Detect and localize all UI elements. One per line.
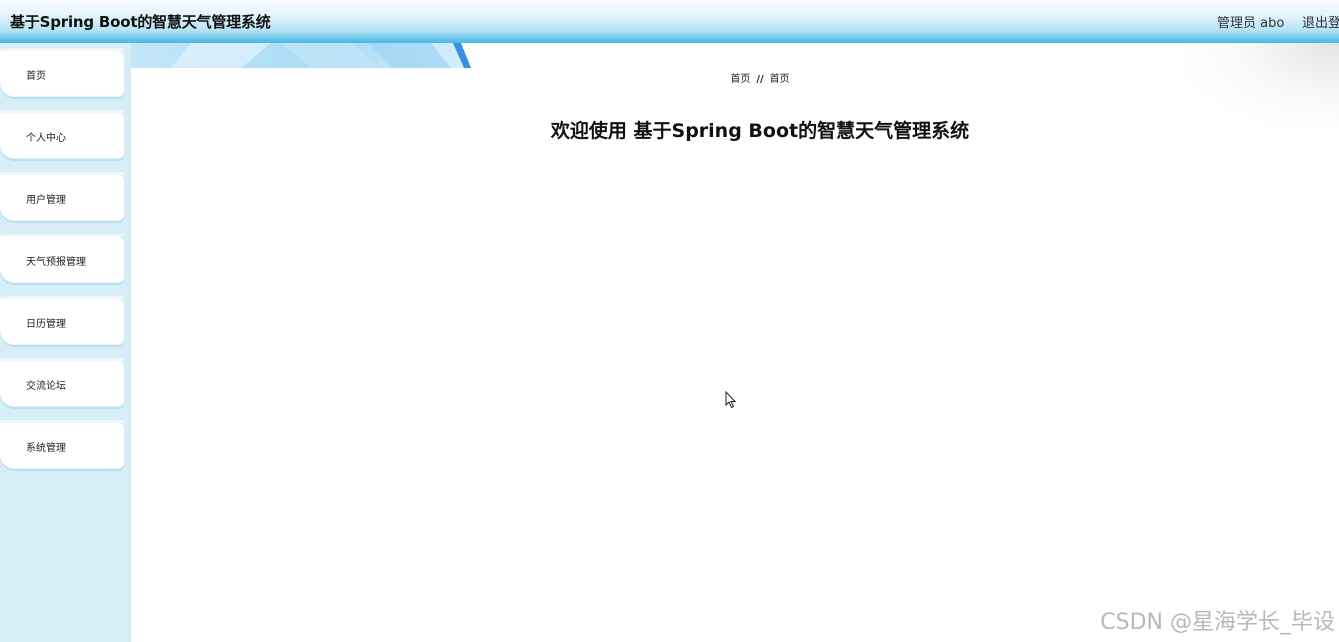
sidebar-item-users[interactable]: 用户管理 [0,172,124,221]
sidebar-item-calendar[interactable]: 日历管理 [0,296,124,345]
sidebar-item-label: 日历管理 [26,319,66,330]
sidebar-item-label: 交流论坛 [26,381,66,392]
app-window: 基于Spring Boot的智慧天气管理系统 管理员 abo 退出登 首页 个人… [0,0,1339,642]
decorative-banner [131,43,471,68]
sidebar-item-label: 个人中心 [26,133,66,144]
breadcrumb-separator: // [756,74,764,85]
watermark-text: CSDN @星海学长_毕设 [1100,610,1335,635]
current-user-label: 管理员 abo [1217,16,1285,31]
sidebar-item-label: 首页 [26,71,46,82]
sidebar-item-label: 系统管理 [26,443,66,454]
sidebar-item-profile[interactable]: 个人中心 [0,110,124,159]
welcome-heading: 欢迎使用 基于Spring Boot的智慧天气管理系统 [550,120,970,142]
breadcrumb-current: 首页 [769,74,790,85]
sidebar-item-label: 天气预报管理 [26,257,86,268]
logout-link[interactable]: 退出登 [1302,12,1339,31]
sidebar-item-forum[interactable]: 交流论坛 [0,358,124,407]
sidebar-item-system[interactable]: 系统管理 [0,420,124,469]
app-title: 基于Spring Boot的智慧天气管理系统 [10,13,271,31]
main-content: 首页 // 首页 欢迎使用 基于Spring Boot的智慧天气管理系统 [131,43,1339,642]
sidebar-item-home[interactable]: 首页 [0,48,124,97]
sidebar-item-label: 用户管理 [26,195,66,206]
top-header: 基于Spring Boot的智慧天气管理系统 管理员 abo 退出登 [0,0,1339,43]
mouse-pointer-icon [725,390,737,409]
breadcrumb-root[interactable]: 首页 [730,74,750,85]
sidebar-item-weather-forecast[interactable]: 天气预报管理 [0,234,124,283]
sidebar-menu: 首页 个人中心 用户管理 天气预报管理 日历管理 交流论坛 系统管理 [0,43,131,642]
breadcrumb: 首页 // 首页 [131,70,1339,85]
